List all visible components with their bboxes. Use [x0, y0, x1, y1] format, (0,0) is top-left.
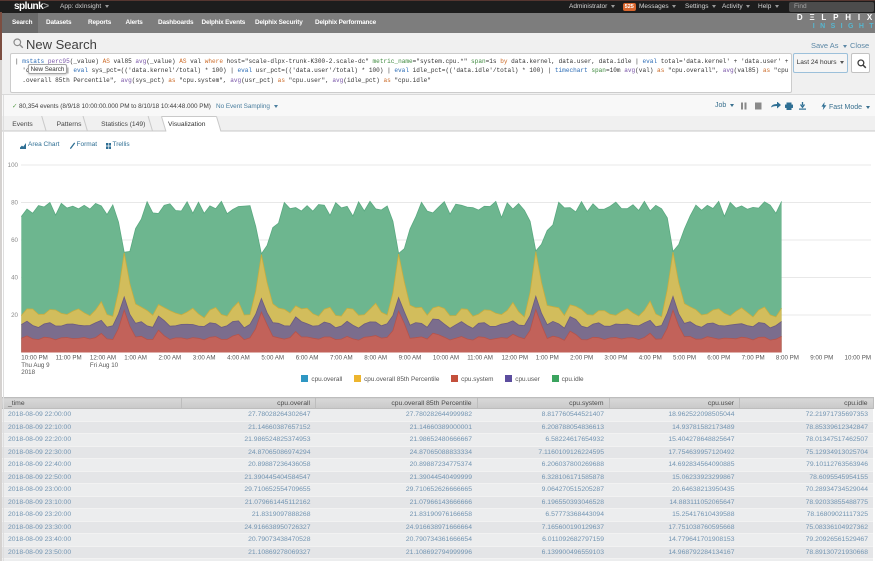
svg-text:Fri Aug 10: Fri Aug 10 — [90, 362, 119, 369]
svg-text:5:00 AM: 5:00 AM — [261, 355, 284, 362]
svg-text:3:00 AM: 3:00 AM — [193, 355, 216, 362]
svg-text:Statistics (149): Statistics (149) — [101, 121, 145, 128]
svg-text:7:00 PM: 7:00 PM — [742, 355, 765, 362]
svg-text:11:00 PM: 11:00 PM — [56, 355, 82, 362]
svg-text:12:00 AM: 12:00 AM — [90, 355, 116, 362]
svg-text:2:00 PM: 2:00 PM — [570, 355, 593, 362]
svg-text:9:00 AM: 9:00 AM — [399, 355, 422, 362]
svg-text:6:00 PM: 6:00 PM — [707, 355, 730, 362]
svg-text:1:00 PM: 1:00 PM — [536, 355, 559, 362]
svg-text:4:00 PM: 4:00 PM — [639, 355, 662, 362]
svg-text:2:00 AM: 2:00 AM — [159, 355, 182, 362]
svg-text:3:00 PM: 3:00 PM — [604, 355, 627, 362]
svg-text:20: 20 — [11, 312, 18, 319]
svg-text:8:00 AM: 8:00 AM — [364, 355, 387, 362]
svg-text:60: 60 — [11, 237, 18, 244]
svg-text:80: 80 — [11, 200, 18, 207]
svg-text:10:00 PM: 10:00 PM — [845, 355, 871, 362]
svg-text:5:00 PM: 5:00 PM — [673, 355, 696, 362]
svg-text:12:00 PM: 12:00 PM — [502, 355, 528, 362]
svg-text:Events: Events — [12, 121, 33, 128]
svg-text:7:00 AM: 7:00 AM — [330, 355, 353, 362]
svg-text:8:00 PM: 8:00 PM — [776, 355, 799, 362]
svg-text:11:00 AM: 11:00 AM — [467, 355, 493, 362]
svg-text:10:00 AM: 10:00 AM — [433, 355, 459, 362]
svg-text:Patterns: Patterns — [57, 121, 83, 128]
svg-text:100: 100 — [8, 162, 19, 169]
svg-text:40: 40 — [11, 275, 18, 282]
svg-text:10:00 PM: 10:00 PM — [21, 355, 47, 362]
svg-text:1:00 AM: 1:00 AM — [124, 355, 147, 362]
svg-text:Thu Aug 9: Thu Aug 9 — [21, 362, 50, 369]
svg-text:9:00 PM: 9:00 PM — [810, 355, 833, 362]
svg-text:4:00 AM: 4:00 AM — [227, 355, 250, 362]
svg-text:Visualization: Visualization — [168, 121, 206, 128]
svg-text:6:00 AM: 6:00 AM — [296, 355, 319, 362]
